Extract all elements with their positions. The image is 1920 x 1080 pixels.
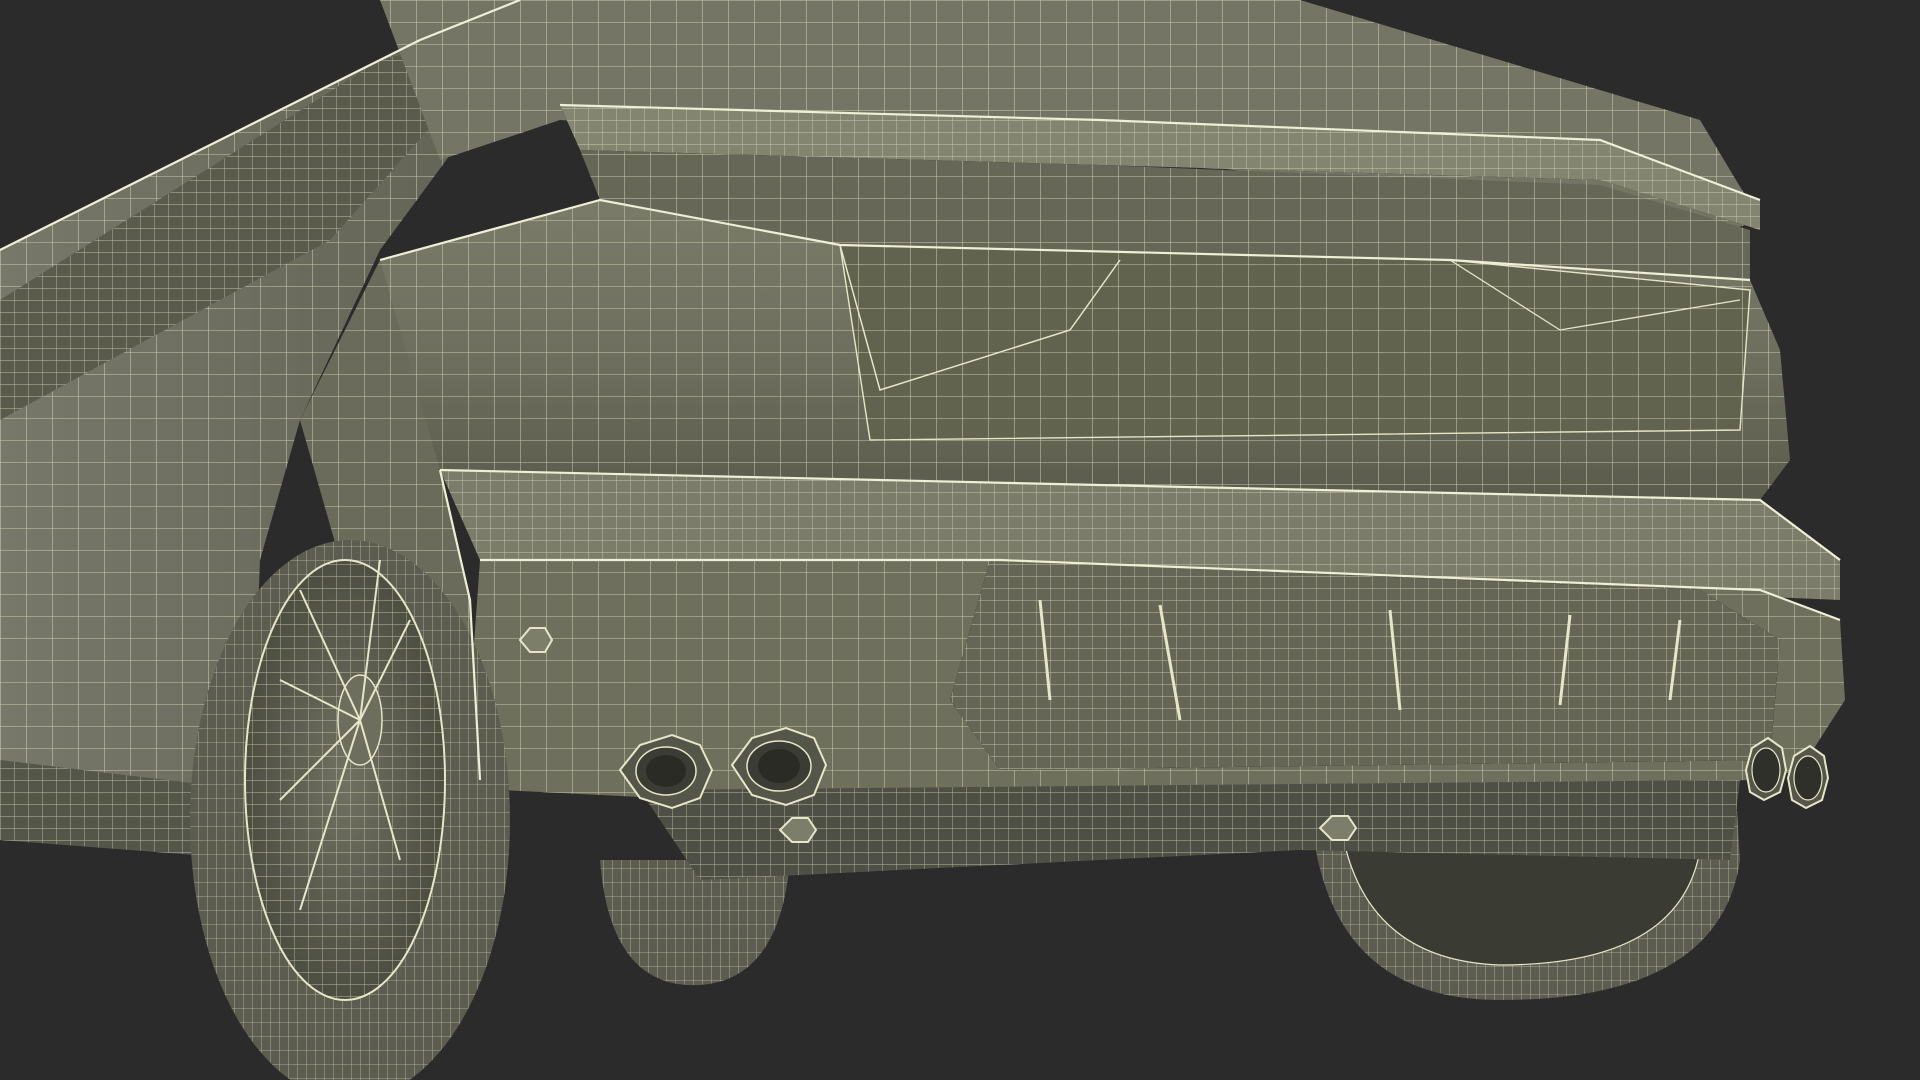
left-rear-wheel	[190, 540, 510, 1080]
rear-diffuser	[950, 560, 1780, 770]
exhaust-tip-right-2	[1786, 744, 1830, 810]
exhaust-tip-right-1	[1744, 736, 1788, 802]
car-wireframe-render	[0, 0, 1920, 1080]
3d-viewport[interactable]	[0, 0, 1920, 1080]
left-rear-rim	[244, 559, 446, 1001]
